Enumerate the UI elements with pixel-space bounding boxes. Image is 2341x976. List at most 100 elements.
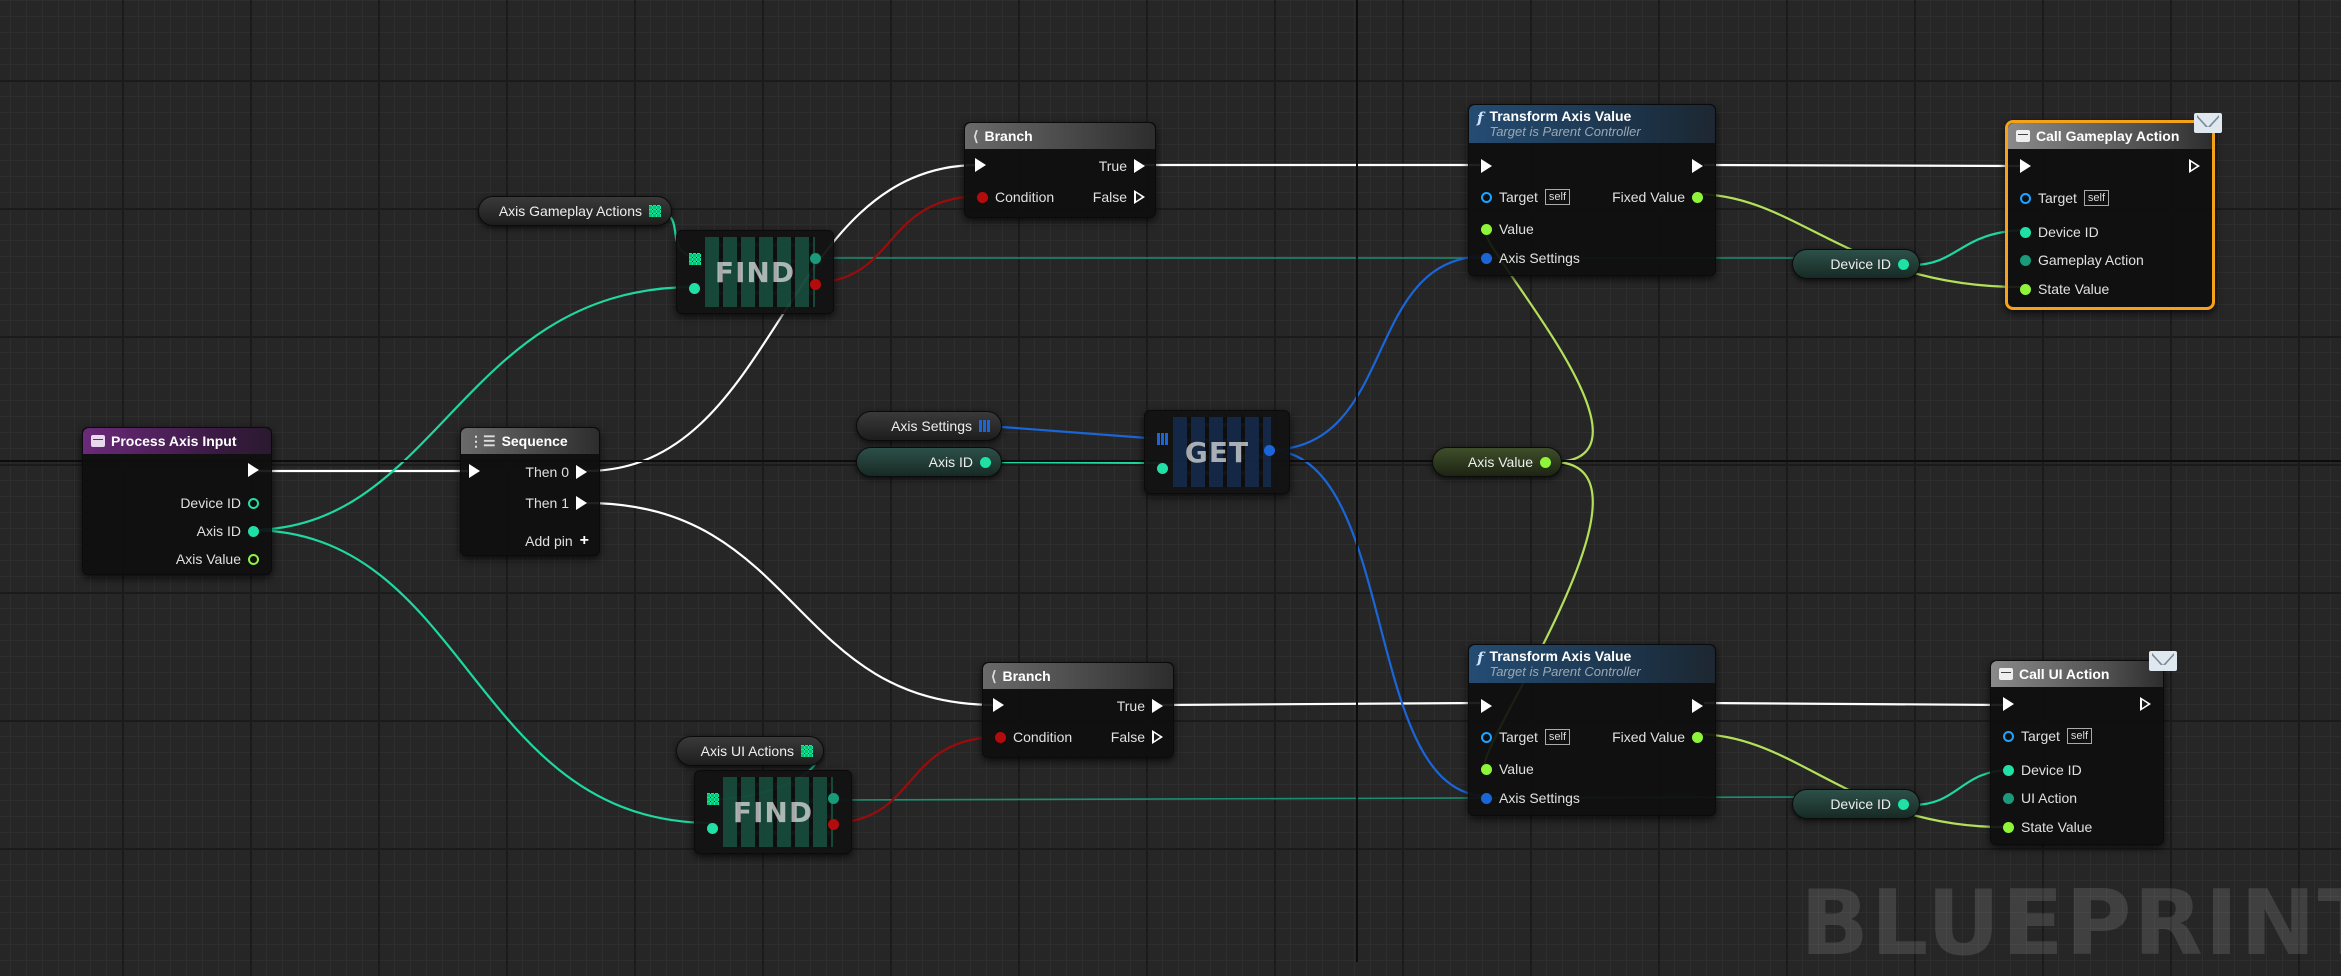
struct-pin-icon[interactable] <box>1481 792 1492 804</box>
exec-pin-icon[interactable] <box>993 698 1004 712</box>
self-default-value[interactable]: self <box>1544 729 1571 745</box>
transform-node-header[interactable]: f Transform Axis Value Target is Parent C… <box>1469 645 1715 683</box>
call-device-id[interactable]: Device ID <box>2020 224 2099 240</box>
var-device-id-top[interactable]: Device ID <box>1792 249 1920 279</box>
bool-out-pin-icon[interactable] <box>810 279 821 290</box>
exec-pin-icon[interactable] <box>1481 159 1492 173</box>
exec-pin-icon[interactable] <box>1134 159 1145 173</box>
exec-pin-icon[interactable] <box>469 464 480 478</box>
exec-pin-icon[interactable] <box>2189 159 2200 173</box>
call-exec-in[interactable] <box>2003 697 2014 711</box>
branch-condition[interactable]: Condition <box>995 729 1072 745</box>
int-pin-icon[interactable] <box>2003 764 2014 776</box>
call-ui-action-node[interactable]: Call UI Action Target self Device ID UI A… <box>1990 651 2177 845</box>
array-icon[interactable] <box>649 205 661 217</box>
transform-fixed-value[interactable]: Fixed Value <box>1612 189 1703 205</box>
int-pin-icon[interactable] <box>248 497 259 509</box>
int-pin-icon[interactable] <box>248 525 259 537</box>
exec-pin-icon[interactable] <box>248 463 259 477</box>
call-ui-action-pin[interactable]: UI Action <box>2003 790 2077 806</box>
exec-pin-icon[interactable] <box>2020 159 2031 173</box>
find-node-top[interactable]: FIND <box>676 230 834 314</box>
self-default-value[interactable]: self <box>1544 189 1571 205</box>
exec-pin-icon[interactable] <box>576 465 587 479</box>
bool-out-pin-icon[interactable] <box>828 819 839 830</box>
var-axis-gameplay-actions[interactable]: Axis Gameplay Actions <box>478 196 672 226</box>
float-pin-icon[interactable] <box>248 553 259 565</box>
float-pin-icon[interactable] <box>1692 731 1703 743</box>
exec-pin-icon[interactable] <box>975 158 986 172</box>
self-default-value[interactable]: self <box>2066 728 2093 744</box>
event-node-process-axis-input[interactable]: Process Axis Input Device ID Axis ID Axi… <box>82 427 272 575</box>
bool-pin-icon[interactable] <box>977 191 988 203</box>
event-pin-device-id[interactable]: Device ID <box>180 495 259 511</box>
branch-false-out[interactable]: False <box>1093 189 1145 205</box>
transform-axis-settings[interactable]: Axis Settings <box>1481 790 1580 806</box>
transform-target[interactable]: Target self <box>1481 729 1571 745</box>
event-pin-axis-value[interactable]: Axis Value <box>176 551 259 567</box>
exec-pin-icon[interactable] <box>1134 190 1145 204</box>
float-pin-icon[interactable] <box>1481 763 1492 775</box>
call-state-value[interactable]: State Value <box>2020 281 2109 297</box>
branch-exec-in[interactable] <box>975 158 986 172</box>
sequence-node-header[interactable]: ⋮☰ Sequence <box>461 428 599 454</box>
sequence-node[interactable]: ⋮☰ Sequence Then 0 Then 1 Add pin + <box>460 427 600 556</box>
object-pin-icon[interactable] <box>2003 730 2014 742</box>
transform-exec-out[interactable] <box>1692 699 1703 713</box>
sequence-add-pin-button[interactable]: Add pin + <box>525 532 589 550</box>
transform-node-header[interactable]: f Transform Axis Value Target is Parent C… <box>1469 105 1715 143</box>
call-gameplay-action-pin[interactable]: Gameplay Action <box>2020 252 2144 268</box>
transform-exec-in[interactable] <box>1481 159 1492 173</box>
var-device-id-bottom[interactable]: Device ID <box>1792 789 1920 819</box>
int-pin-icon[interactable] <box>2003 792 2014 804</box>
int-pin-icon[interactable] <box>1157 463 1168 474</box>
branch-false-out[interactable]: False <box>1111 729 1163 745</box>
transform-value[interactable]: Value <box>1481 761 1534 777</box>
int-pin-icon[interactable] <box>980 456 991 468</box>
map-pin-icon[interactable] <box>1157 433 1169 445</box>
var-axis-value[interactable]: Axis Value <box>1432 447 1562 477</box>
call-gameplay-action-header[interactable]: Call Gameplay Action <box>2008 123 2212 149</box>
event-node-header[interactable]: Process Axis Input <box>83 428 271 454</box>
var-axis-settings[interactable]: Axis Settings <box>856 411 1002 441</box>
int-pin-icon[interactable] <box>2020 226 2031 238</box>
transform-axis-value-node-top[interactable]: f Transform Axis Value Target is Parent C… <box>1468 104 1716 276</box>
exec-pin-icon[interactable] <box>1692 699 1703 713</box>
branch-exec-in[interactable] <box>993 698 1004 712</box>
array-pin-icon[interactable] <box>689 253 701 265</box>
exec-pin-icon[interactable] <box>1481 699 1492 713</box>
int-pin-icon[interactable] <box>707 823 718 834</box>
exec-pin-icon[interactable] <box>1152 699 1163 713</box>
var-axis-ui-actions[interactable]: Axis UI Actions <box>676 736 824 766</box>
call-target[interactable]: Target self <box>2020 190 2110 206</box>
call-target[interactable]: Target self <box>2003 728 2093 744</box>
array-pin-icon[interactable] <box>707 793 719 805</box>
struct-pin-icon[interactable] <box>1481 252 1492 264</box>
self-default-value[interactable]: self <box>2083 190 2110 206</box>
sequence-then-1[interactable]: Then 1 <box>525 495 587 511</box>
sequence-then-0[interactable]: Then 0 <box>525 464 587 480</box>
int-out-pin-icon[interactable] <box>828 793 839 804</box>
transform-exec-out[interactable] <box>1692 159 1703 173</box>
int-pin-icon[interactable] <box>2020 254 2031 266</box>
call-ui-action-header[interactable]: Call UI Action <box>1991 661 2163 687</box>
bool-pin-icon[interactable] <box>995 731 1006 743</box>
transform-target[interactable]: Target self <box>1481 189 1571 205</box>
int-out-pin-icon[interactable] <box>810 253 821 264</box>
call-device-id[interactable]: Device ID <box>2003 762 2082 778</box>
branch-true-out[interactable]: True <box>1099 158 1145 174</box>
find-node-bottom[interactable]: FIND <box>694 770 852 854</box>
int-pin-icon[interactable] <box>689 283 700 294</box>
float-pin-icon[interactable] <box>1481 223 1492 235</box>
branch-condition[interactable]: Condition <box>977 189 1054 205</box>
event-pin-axis-id[interactable]: Axis ID <box>197 523 259 539</box>
array-icon[interactable] <box>801 745 813 757</box>
float-pin-icon[interactable] <box>2003 821 2014 833</box>
struct-out-pin-icon[interactable] <box>1264 445 1275 456</box>
var-axis-id[interactable]: Axis ID <box>856 447 1002 477</box>
float-pin-icon[interactable] <box>2020 283 2031 295</box>
exec-pin-icon[interactable] <box>1152 730 1163 744</box>
transform-value[interactable]: Value <box>1481 221 1534 237</box>
exec-pin-icon[interactable] <box>576 496 587 510</box>
branch-node-top[interactable]: ⟨ Branch True Condition False <box>964 122 1156 218</box>
